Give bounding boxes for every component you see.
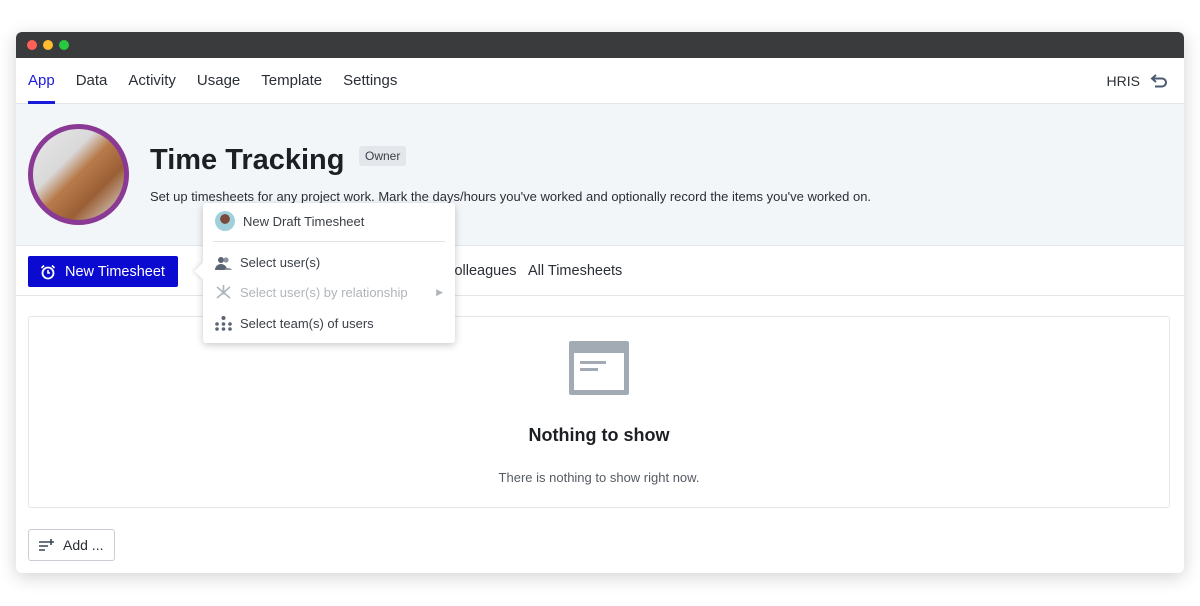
- app-avatar-image: [28, 124, 129, 225]
- tab-app[interactable]: App: [28, 58, 55, 104]
- add-label: Add ...: [63, 537, 104, 553]
- menu-item-select-users[interactable]: Select user(s): [215, 255, 320, 270]
- alarm-clock-icon: [40, 264, 56, 279]
- new-timesheet-dropdown: New Draft Timesheet Select user(s) Selec…: [203, 203, 455, 343]
- tab-data[interactable]: Data: [76, 58, 108, 104]
- empty-text: There is nothing to show right now.: [498, 470, 700, 485]
- page-title: Time Tracking: [150, 144, 345, 176]
- empty-title: Nothing to show: [528, 425, 670, 445]
- menu-item-label: Select team(s) of users: [240, 316, 374, 331]
- tab-all-timesheets[interactable]: All Timesheets: [528, 246, 622, 296]
- menu-item-new-draft[interactable]: New Draft Timesheet: [215, 211, 364, 231]
- return-icon: [1150, 74, 1167, 88]
- users-icon: [215, 256, 232, 270]
- hris-link[interactable]: HRIS: [1107, 58, 1168, 104]
- hris-label: HRIS: [1106, 73, 1140, 89]
- tab-settings[interactable]: Settings: [343, 58, 397, 104]
- top-nav: App Data Activity Usage Template Setting…: [16, 58, 1184, 104]
- maximize-window-button[interactable]: [59, 40, 69, 50]
- toolbar: New Timesheet Colleagues All Timesheets: [16, 246, 1184, 296]
- app-description: Set up timesheets for any project work. …: [150, 189, 872, 204]
- close-window-button[interactable]: [27, 40, 37, 50]
- user-avatar-icon: [215, 211, 235, 231]
- new-timesheet-button[interactable]: New Timesheet: [28, 256, 178, 287]
- menu-item-label: Select user(s) by relationship: [240, 285, 408, 300]
- menu-item-select-teams[interactable]: Select team(s) of users: [215, 316, 374, 331]
- tab-activity[interactable]: Activity: [128, 58, 176, 104]
- app-header: Time Tracking Owner Set up timesheets fo…: [16, 104, 1184, 246]
- empty-state: Nothing to show There is nothing to show…: [28, 316, 1170, 508]
- menu-item-label: New Draft Timesheet: [243, 213, 365, 229]
- minimize-window-button[interactable]: [43, 40, 53, 50]
- submenu-arrow-icon: ▶: [436, 287, 443, 297]
- app-window: App Data Activity Usage Template Setting…: [16, 32, 1184, 573]
- add-button[interactable]: Add ...: [28, 529, 115, 561]
- team-icon: [215, 316, 232, 331]
- menu-item-select-by-relationship[interactable]: Select user(s) by relationship ▶: [215, 285, 443, 300]
- add-list-icon: [39, 539, 54, 551]
- tab-usage[interactable]: Usage: [197, 58, 240, 104]
- title-bar: [16, 32, 1184, 58]
- new-timesheet-label: New Timesheet: [65, 263, 165, 280]
- menu-item-label: Select user(s): [240, 255, 321, 270]
- relationship-icon: [216, 285, 231, 299]
- tab-template[interactable]: Template: [261, 58, 322, 104]
- menu-divider: [213, 241, 445, 242]
- empty-window-icon: [569, 341, 629, 395]
- owner-badge: Owner: [359, 146, 407, 166]
